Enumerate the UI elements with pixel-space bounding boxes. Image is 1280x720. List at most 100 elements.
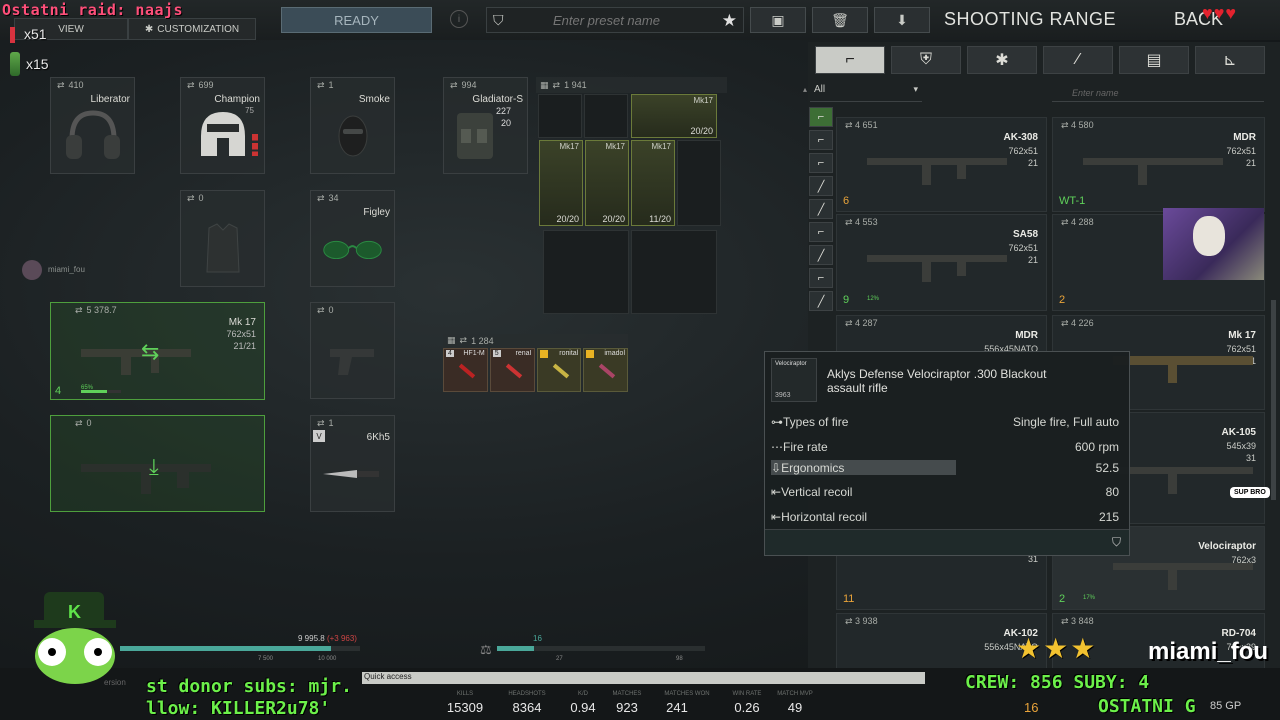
slot-melee[interactable]: ⇄ 1 6Kh5 V xyxy=(310,415,395,512)
tab-gear[interactable]: ⛨ xyxy=(891,46,961,74)
mvp-label: MATCH MVP xyxy=(777,691,813,697)
pocket-item-badge: 4 xyxy=(446,350,454,357)
card-price-value: 4 553 xyxy=(855,217,878,227)
pocket-item[interactable]: 4 HF1-M xyxy=(443,348,488,392)
headset-icon xyxy=(59,106,126,165)
svg-text:K: K xyxy=(68,602,81,622)
donor-ticker: st donor subs: mjr. xyxy=(146,676,352,697)
xp-bar-fill xyxy=(120,646,332,651)
category-shotgun-icon[interactable]: ╱ xyxy=(809,245,833,265)
tab-overview-label: VIEW xyxy=(58,23,84,35)
swap-arrows-icon: ⇆ xyxy=(141,339,160,364)
filter-value: All xyxy=(814,84,826,95)
price-value: 1 941 xyxy=(564,80,587,90)
magazine-item[interactable]: Mk17 11/20 xyxy=(631,140,675,226)
slot-price: ⇄ 1 xyxy=(317,80,334,91)
slot-secondary-weapon[interactable]: ⇄ 0 ⤓ xyxy=(50,415,265,512)
delete-button[interactable]: 🗑 xyxy=(812,7,868,33)
tab-attachments[interactable]: ⊾ xyxy=(1195,46,1265,74)
rifle-icon xyxy=(1083,158,1223,185)
store-scrollbar[interactable] xyxy=(1271,300,1276,500)
card-caliber-value: 545x39 xyxy=(1226,441,1256,451)
pocket-item[interactable]: rопital xyxy=(536,348,582,392)
tab-customization[interactable]: ✱ CUSTOMIZATION xyxy=(128,18,256,40)
backpack-cell[interactable] xyxy=(631,230,717,314)
quick-access-bar[interactable]: Quick access xyxy=(362,672,925,684)
backpack-cell[interactable] xyxy=(543,230,629,314)
xp-max: 10 000 xyxy=(318,656,337,662)
star-icon[interactable]: ★ xyxy=(722,11,737,31)
weapon-card[interactable]: ⇄ 4 651 AK-308 762x51 21 6 xyxy=(836,117,1047,212)
slot-headwear[interactable]: ⇄ 410 Liberator xyxy=(50,77,135,174)
slot-pistol[interactable]: ⇄ 0 xyxy=(310,302,395,399)
armor-plates-indicator xyxy=(252,134,258,156)
backpack-cell[interactable] xyxy=(538,94,582,138)
weight-bar-fill xyxy=(497,646,535,651)
weapon-level: 4 xyxy=(55,385,62,397)
magazine-count: 11/20 xyxy=(649,214,671,224)
slot-armband[interactable]: ⇄ 0 xyxy=(180,190,265,287)
category-smg-icon[interactable]: ⌐ xyxy=(809,153,833,173)
warning-icon xyxy=(586,350,595,358)
price-icon: ⇄ xyxy=(317,418,325,428)
info-icon[interactable]: i xyxy=(450,10,468,28)
rifle-icon xyxy=(1113,356,1253,383)
card-price: ⇄ 4 580 xyxy=(1061,120,1094,130)
tooltip-title: Aklys Defense Velociraptor .300 Blackout… xyxy=(827,367,1047,395)
category-handgun-icon[interactable]: ⌐ xyxy=(809,268,833,288)
magazine-count: 20/20 xyxy=(556,214,579,224)
tab-medical[interactable]: ✱ xyxy=(967,46,1037,74)
rifle-icon: ⌐ xyxy=(845,51,855,68)
price-icon: ⇄ xyxy=(75,305,83,315)
tab-magazines[interactable]: ▤ xyxy=(1119,46,1189,74)
slot-primary-weapon[interactable]: ⇄ 5 378.7 Mk 17 762x51 21/21 ⇆ 4 65% xyxy=(50,302,265,400)
slot-rig[interactable]: ⇄ 994 Gladiator-S 227 20 xyxy=(443,77,528,174)
category-melee-icon[interactable]: ╱ xyxy=(809,291,833,311)
category-carbine-icon[interactable]: ⌐ xyxy=(809,130,833,150)
price-value: 34 xyxy=(328,193,339,203)
pocket-item[interactable]: imadol xyxy=(583,348,628,392)
ergonomics-icon: ⇩ xyxy=(771,461,782,475)
pocket-item[interactable]: 5 renaI xyxy=(489,348,535,392)
filter-select[interactable]: All ▾ xyxy=(810,84,922,102)
weapon-card[interactable]: ⇄ 4 553 SA58 762x51 21 9 12% xyxy=(836,214,1047,311)
slot-price: ⇄ 0 xyxy=(75,418,92,429)
backpack-cell[interactable] xyxy=(584,94,628,138)
store-search-input[interactable]: Enter name xyxy=(1052,84,1264,102)
tooltip-id: 3963 xyxy=(775,392,791,399)
download-button[interactable]: ⬇ xyxy=(874,7,930,33)
win-rate-value: 0.26 xyxy=(734,700,760,715)
ready-button[interactable]: READY xyxy=(281,7,432,33)
stat-label-text: Vertical recoil xyxy=(781,485,853,499)
card-price-value: 4 288 xyxy=(1071,217,1094,227)
card-level: 9 xyxy=(843,294,850,306)
slot-price: ⇄ 1 xyxy=(317,418,334,429)
price-icon: ⇄ xyxy=(317,305,325,315)
headshots-value: 8364 xyxy=(512,700,542,715)
card-name: SA58 xyxy=(1012,229,1038,240)
preset-field[interactable]: ⛉ ★ xyxy=(486,7,744,33)
xp-delta: (+3 963) xyxy=(326,634,357,643)
category-dmr-icon[interactable]: ╱ xyxy=(809,176,833,196)
slot-helmet[interactable]: ⇄ 699 Champion 75 xyxy=(180,77,265,174)
slot-eyewear[interactable]: ⇄ 34 Figley xyxy=(310,190,395,287)
magazine-item[interactable]: Mk17 20/20 xyxy=(585,140,629,226)
category-pistol-icon[interactable]: ⌐ xyxy=(809,222,833,242)
magazine-item[interactable]: Mk17 20/20 xyxy=(631,94,717,138)
category-sniper-icon[interactable]: ╱ xyxy=(809,199,833,219)
save-button[interactable]: ▣ xyxy=(750,7,806,33)
preset-name-input[interactable] xyxy=(553,12,743,28)
follow-ticker: llow: KILLER2u78' xyxy=(146,698,331,719)
slot-price: ⇄ 5 378.7 xyxy=(75,305,117,316)
weapon-tooltip: Velociraptor 3963 Aklys Defense Velocirap… xyxy=(764,351,1130,556)
tab-ammo[interactable]: ⁄ xyxy=(1043,46,1113,74)
tab-weapons[interactable]: ⌐ xyxy=(815,46,885,74)
slot-price: ⇄ 34 xyxy=(317,193,339,204)
category-assault-rifle-icon[interactable]: ⌐ xyxy=(809,107,833,127)
slot-facecover[interactable]: ⇄ 1 Smoke xyxy=(310,77,395,174)
backpack-cell[interactable] xyxy=(677,140,721,226)
magazine-item[interactable]: Mk17 20/20 xyxy=(539,140,583,226)
balaclava-icon xyxy=(319,106,386,165)
scroll-up-icon[interactable]: ▴ xyxy=(803,85,809,103)
weapon-card[interactable]: ⇄ 4 580 MDR 762x51 21 WT-1 xyxy=(1052,117,1265,212)
